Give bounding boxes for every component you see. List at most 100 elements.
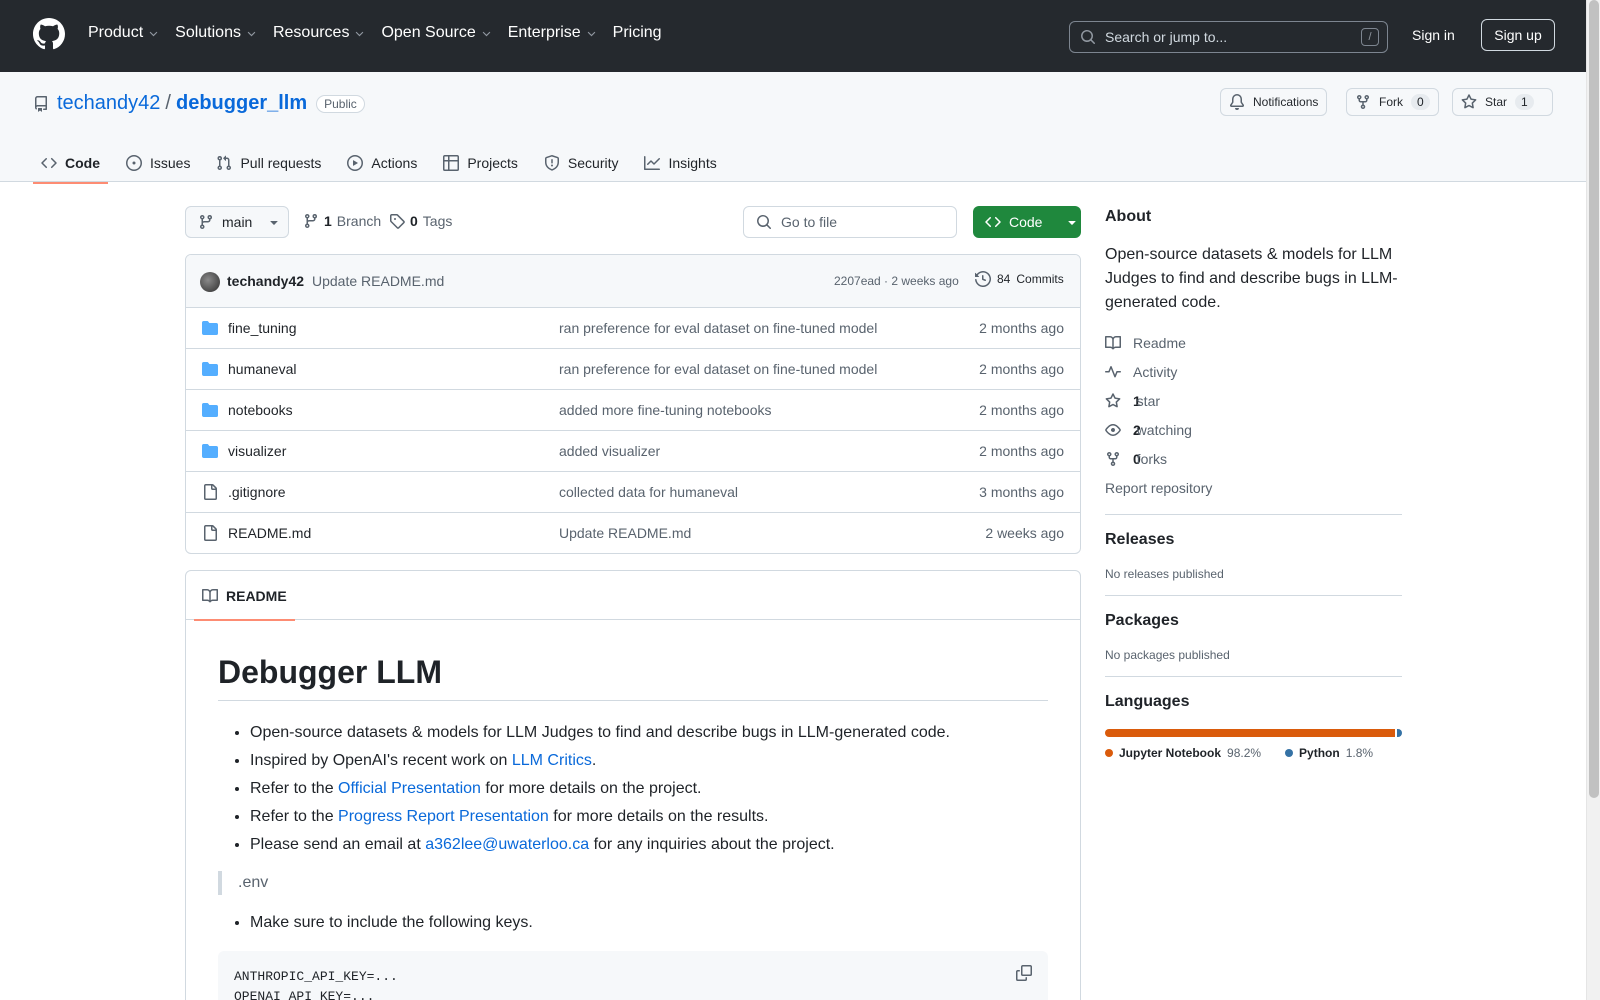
- notifications-button[interactable]: Notifications: [1220, 88, 1328, 116]
- latest-commit-bar: techandy42 Update README.md 2207ead · 2 …: [186, 255, 1080, 308]
- page-scrollbar[interactable]: [1586, 0, 1600, 1000]
- branches-link[interactable]: 1 Branch: [303, 213, 381, 229]
- file-commit-date: 2 months ago: [979, 443, 1064, 459]
- language-item[interactable]: Jupyter Notebook 98.2%: [1105, 746, 1261, 760]
- tab-issues[interactable]: Issues: [118, 144, 198, 182]
- chevron-down-icon: [356, 31, 364, 36]
- language-percent: 1.8%: [1345, 746, 1374, 760]
- shield-icon: [544, 155, 559, 171]
- file-commit-message-link[interactable]: Update README.md: [559, 525, 691, 541]
- tab-label: Code: [65, 155, 100, 171]
- commit-sha-time[interactable]: 2207ead · 2 weeks ago: [834, 274, 959, 288]
- about-links: Readme Activity 1 star 2 watching 0 forks: [1105, 328, 1402, 473]
- code-dropdown-button[interactable]: Code: [973, 206, 1081, 238]
- file-name-link[interactable]: fine_tuning: [228, 320, 297, 336]
- sidebar-link-forks[interactable]: 0 forks: [1105, 444, 1402, 473]
- file-commit-message-link[interactable]: added visualizer: [559, 443, 660, 459]
- author-avatar[interactable]: [200, 272, 220, 292]
- sidebar-link-text: 1 star: [1133, 393, 1160, 409]
- bullet-text: .: [591, 752, 597, 769]
- repo-name-link[interactable]: debugger_llm: [176, 92, 307, 115]
- commit-message-link[interactable]: Update README.md: [312, 273, 444, 289]
- sidebar-link-star[interactable]: 1 star: [1105, 386, 1402, 415]
- repo-icon: [35, 95, 47, 112]
- code-icon: [41, 157, 57, 169]
- copy-icon[interactable]: [1016, 965, 1032, 981]
- top-nav-enterprise[interactable]: Enterprise: [508, 22, 597, 44]
- top-nav-solutions[interactable]: Solutions: [175, 22, 257, 44]
- visibility-badge: Public: [316, 94, 365, 113]
- top-nav-pricing[interactable]: Pricing: [613, 22, 662, 44]
- top-nav-open-source[interactable]: Open Source: [381, 22, 491, 44]
- tab-label: Issues: [150, 155, 191, 171]
- readme-tab[interactable]: README: [194, 571, 295, 621]
- sidebar-link-readme[interactable]: Readme: [1105, 328, 1402, 357]
- chevron-down-icon: [482, 31, 491, 36]
- releases-heading[interactable]: Releases: [1105, 531, 1402, 549]
- fork-icon: [1357, 95, 1369, 110]
- tags-link[interactable]: 0 Tags: [389, 213, 452, 229]
- github-logo-icon[interactable]: [33, 18, 65, 50]
- readme-link[interactable]: LLM Critics: [512, 752, 592, 769]
- tab-actions[interactable]: Actions: [339, 144, 425, 182]
- file-name-link[interactable]: notebooks: [228, 402, 293, 418]
- file-commit-date: 2 months ago: [979, 402, 1064, 418]
- file-commit-message-link[interactable]: collected data for humaneval: [559, 484, 738, 500]
- global-search-input[interactable]: Search or jump to... /: [1069, 21, 1388, 53]
- fork-button[interactable]: Fork 0: [1346, 88, 1439, 116]
- file-name-link[interactable]: visualizer: [228, 443, 286, 459]
- folder-icon: [202, 444, 218, 458]
- tab-insights[interactable]: Insights: [636, 144, 724, 182]
- tab-security[interactable]: Security: [536, 144, 627, 182]
- commits-link[interactable]: 84 Commits: [975, 271, 1064, 287]
- report-repository-link[interactable]: Report repository: [1105, 473, 1402, 502]
- scrollbar-thumb[interactable]: [1589, 0, 1599, 798]
- sidebar-link-label: watching: [1132, 421, 1192, 438]
- file-commit-message-link[interactable]: added more fine-tuning notebooks: [559, 402, 771, 418]
- branch-selector[interactable]: main: [185, 206, 289, 238]
- language-color-dot: [1105, 749, 1113, 757]
- eye-icon: [1105, 423, 1121, 436]
- file-name-link[interactable]: humaneval: [228, 361, 297, 377]
- go-to-file-input[interactable]: Go to file: [743, 206, 957, 238]
- sidebar-link-label: Readme: [1133, 334, 1186, 351]
- star-button[interactable]: Star 1: [1452, 88, 1553, 116]
- file-name-link[interactable]: README.md: [228, 525, 311, 541]
- top-nav-resources[interactable]: Resources: [273, 22, 365, 44]
- top-nav-product[interactable]: Product: [88, 22, 159, 44]
- language-name: Jupyter Notebook: [1119, 746, 1222, 760]
- readme-bullet: Refer to the Progress Report Presentatio…: [250, 803, 1048, 831]
- sidebar-link-text: Activity: [1133, 364, 1177, 380]
- packages-heading[interactable]: Packages: [1105, 612, 1402, 630]
- file-commit-message-link[interactable]: ran preference for eval dataset on fine-…: [559, 320, 877, 336]
- sidebar-link-activity[interactable]: Activity: [1105, 357, 1402, 386]
- language-bar-segment[interactable]: [1396, 729, 1402, 737]
- packages-text: No packages published: [1105, 648, 1230, 662]
- readme-link[interactable]: Progress Report Presentation: [338, 808, 549, 825]
- readme-link[interactable]: Official Presentation: [338, 780, 481, 797]
- readme-link[interactable]: a362lee@uwaterloo.ca: [425, 836, 589, 853]
- tab-projects[interactable]: Projects: [435, 144, 526, 182]
- nav-label: Solutions: [175, 24, 241, 41]
- sign-in-link[interactable]: Sign in: [1412, 27, 1455, 43]
- tab-code[interactable]: Code: [33, 144, 108, 184]
- repo-owner-link[interactable]: techandy42: [57, 92, 160, 115]
- divider: [1105, 595, 1402, 596]
- language-bar-segment[interactable]: [1105, 729, 1395, 737]
- readme-tabbar: README: [186, 571, 1080, 621]
- sidebar-link-text: 2 watching: [1133, 422, 1192, 438]
- sidebar-link-watching[interactable]: 2 watching: [1105, 415, 1402, 444]
- file-type-icon-wrap: [202, 361, 218, 377]
- tab-pull-requests[interactable]: Pull requests: [208, 144, 329, 182]
- readme-bullet: Refer to the Official Presentation for m…: [250, 775, 1048, 803]
- language-item[interactable]: Python 1.8%: [1285, 746, 1373, 760]
- repo-title: techandy42 / debugger_llm Public: [33, 92, 365, 115]
- history-icon: [975, 271, 991, 287]
- pull-request-icon: [217, 155, 232, 171]
- commit-author-link[interactable]: techandy42: [227, 273, 304, 289]
- bullet-text: for more details on the project.: [480, 780, 702, 797]
- file-name-link[interactable]: .gitignore: [228, 484, 286, 500]
- language-color-dot: [1285, 749, 1294, 757]
- sign-up-button[interactable]: Sign up: [1481, 19, 1555, 51]
- file-commit-message-link[interactable]: ran preference for eval dataset on fine-…: [559, 361, 877, 377]
